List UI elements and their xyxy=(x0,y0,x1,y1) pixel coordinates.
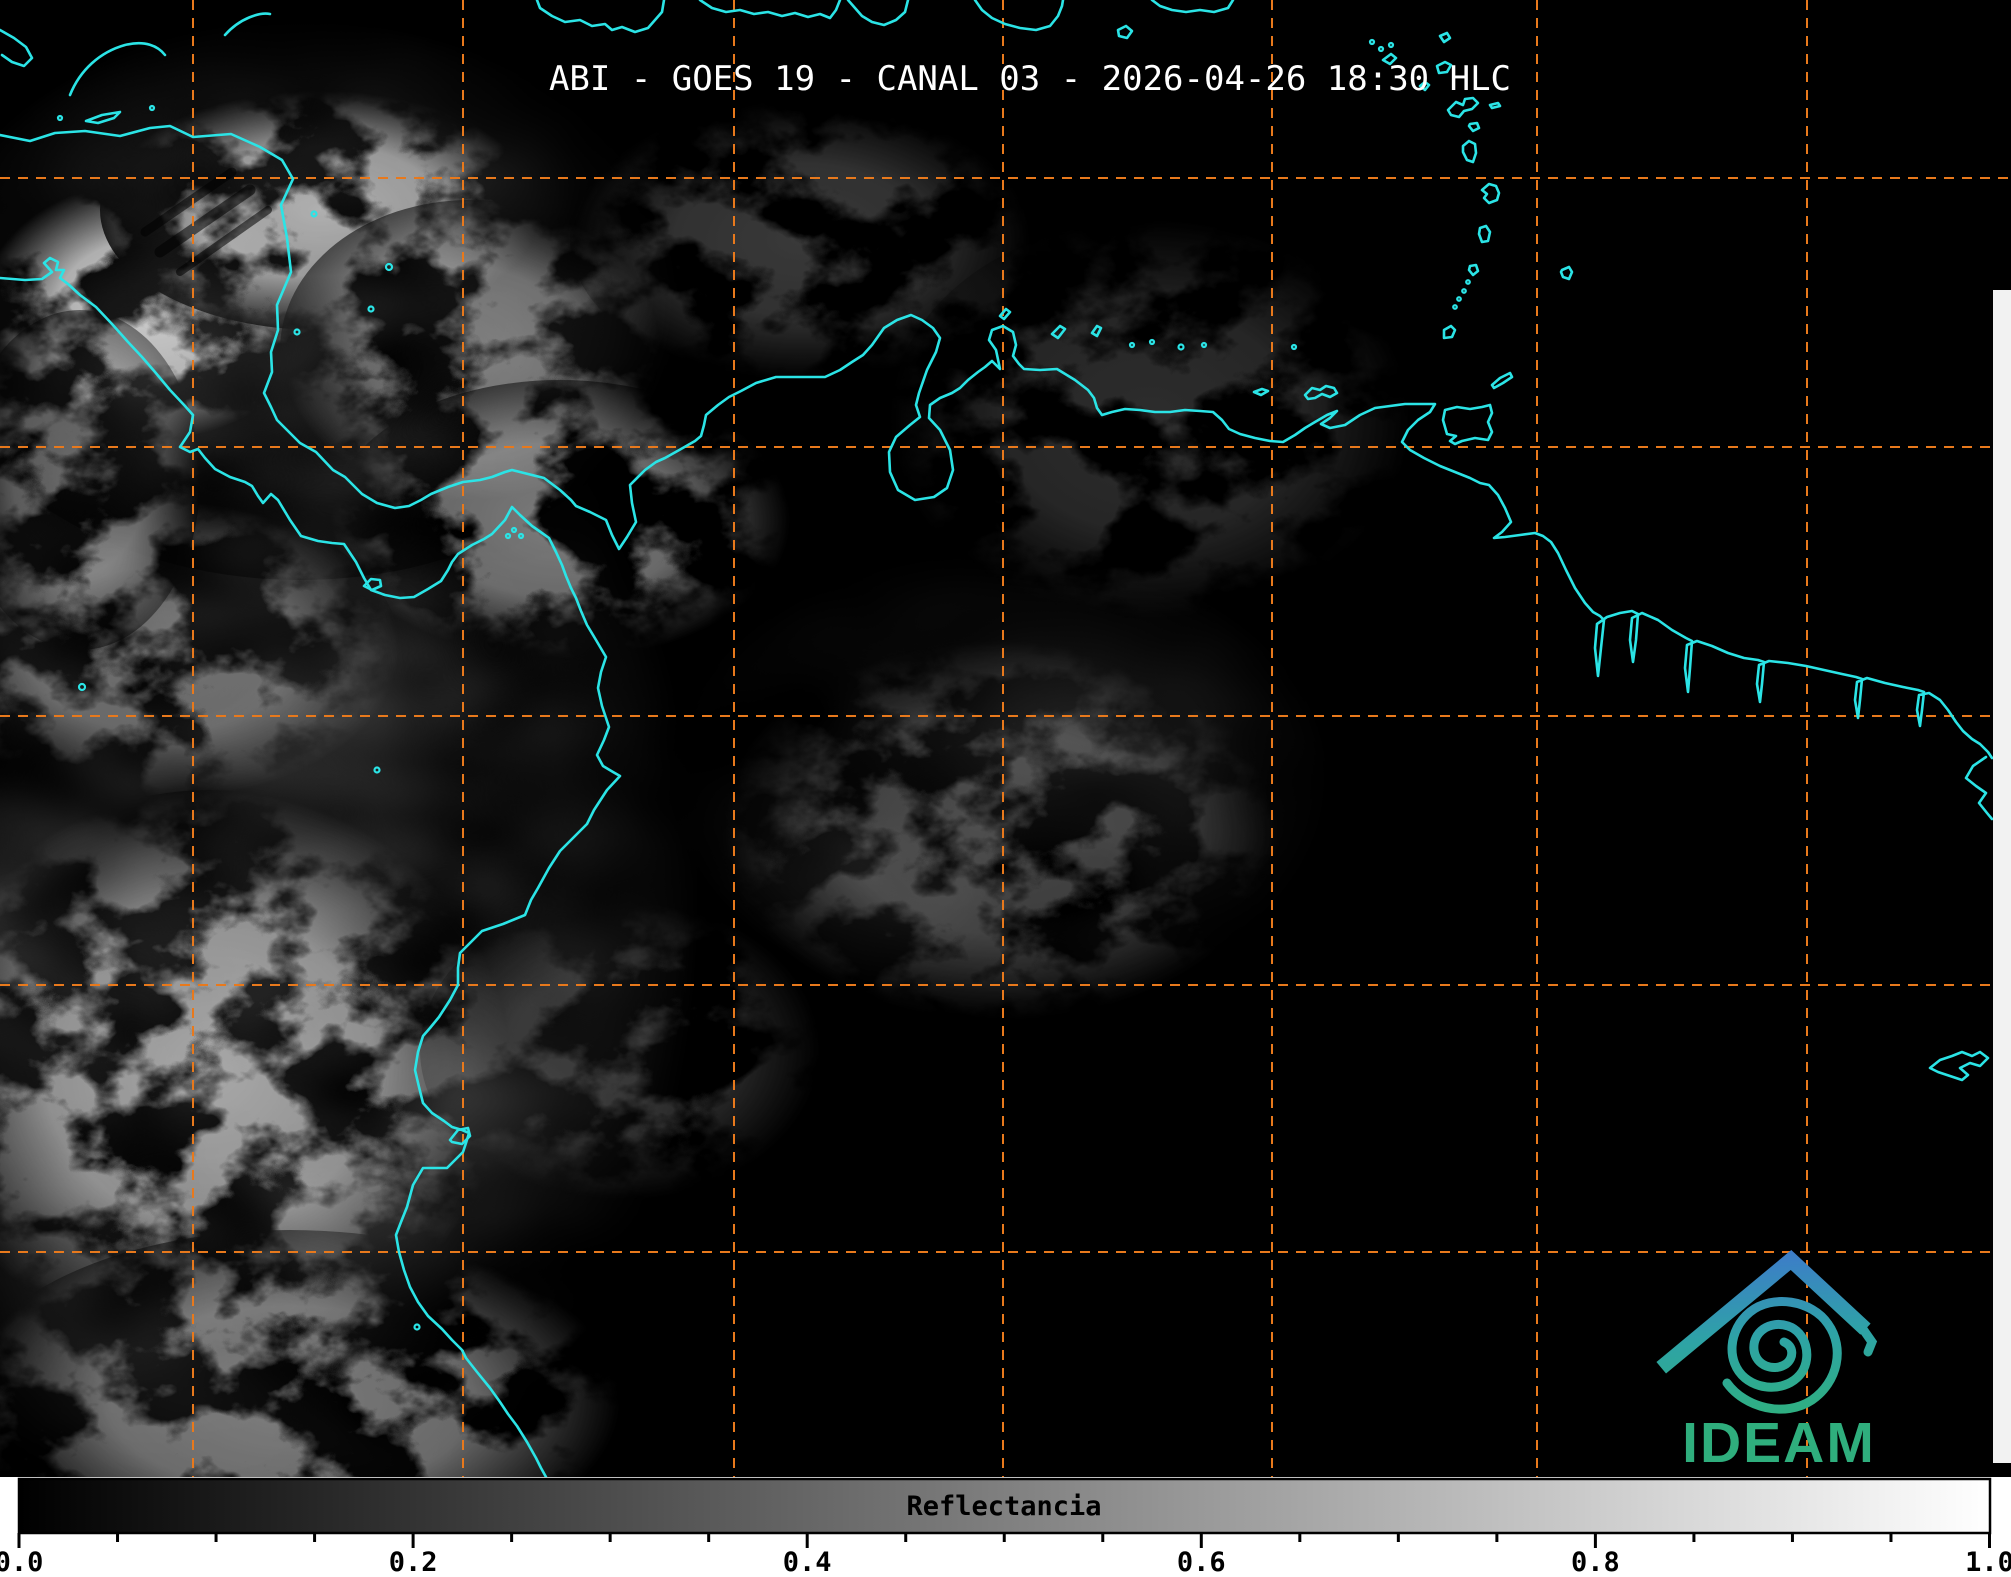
colorbar: Reflectancia 0.0 0.2 0.4 0.6 0.8 1.0 xyxy=(0,1477,2011,1577)
colorbar-label: Reflectancia xyxy=(906,1491,1101,1522)
colorbar-tick-label: 0.6 xyxy=(1177,1547,1226,1577)
logo-wordmark: IDEAM xyxy=(1682,1411,1876,1475)
colorbar-tick-label: 0.4 xyxy=(783,1547,832,1577)
satellite-map-canvas: ABI - GOES 19 - CANAL 03 - 2026-04-26 18… xyxy=(0,0,2011,1577)
colorbar-tick-label: 0.0 xyxy=(0,1547,43,1577)
colorbar-tick-label: 0.8 xyxy=(1571,1547,1620,1577)
scan-edge-strip xyxy=(1993,290,2011,1463)
colorbar-tick-label: 1.0 xyxy=(1965,1547,2011,1577)
satellite-image-viewer: ABI - GOES 19 - CANAL 03 - 2026-04-26 18… xyxy=(0,0,2011,1577)
cloud-layer xyxy=(0,0,2011,1477)
colorbar-tick-label: 0.2 xyxy=(389,1547,438,1577)
map-title: ABI - GOES 19 - CANAL 03 - 2026-04-26 18… xyxy=(549,59,1511,99)
